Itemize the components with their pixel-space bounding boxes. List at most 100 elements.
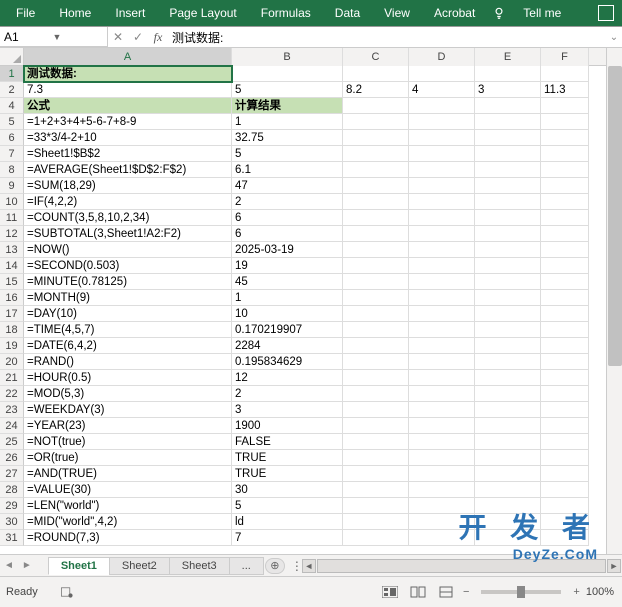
cell[interactable]: =HOUR(0.5) [24, 370, 232, 386]
cell[interactable] [343, 98, 409, 114]
ribbon-tab-view[interactable]: View [374, 0, 420, 26]
cell[interactable] [475, 146, 541, 162]
cell[interactable]: TRUE [232, 450, 343, 466]
cell[interactable]: =TIME(4,5,7) [24, 322, 232, 338]
cell[interactable]: =SECOND(0.503) [24, 258, 232, 274]
cell[interactable] [409, 466, 475, 482]
row-header[interactable]: 4 [0, 98, 24, 114]
cell[interactable]: 45 [232, 274, 343, 290]
row-header[interactable]: 27 [0, 466, 24, 482]
row-header[interactable]: 17 [0, 306, 24, 322]
cell[interactable] [343, 114, 409, 130]
cell[interactable] [541, 530, 589, 546]
col-header-B[interactable]: B [232, 48, 343, 66]
cell[interactable] [409, 290, 475, 306]
cell[interactable] [475, 114, 541, 130]
cell[interactable]: =MOD(5,3) [24, 386, 232, 402]
cell[interactable] [409, 402, 475, 418]
cell[interactable] [343, 162, 409, 178]
row-header[interactable]: 19 [0, 338, 24, 354]
row-header[interactable]: 16 [0, 290, 24, 306]
cell[interactable]: 1 [232, 290, 343, 306]
row-header[interactable]: 6 [0, 130, 24, 146]
cell[interactable] [409, 450, 475, 466]
macro-record-icon[interactable] [56, 584, 78, 600]
cell[interactable] [475, 98, 541, 114]
cell[interactable]: =SUM(18,29) [24, 178, 232, 194]
sheet-tab-2[interactable]: Sheet2 [109, 557, 170, 575]
cell[interactable] [475, 194, 541, 210]
cell[interactable] [475, 402, 541, 418]
col-header-A[interactable]: A [24, 48, 232, 66]
cell[interactable] [541, 162, 589, 178]
row-header[interactable]: 20 [0, 354, 24, 370]
sheet-tab-1[interactable]: Sheet1 [48, 557, 110, 575]
cell[interactable] [343, 450, 409, 466]
cell[interactable] [475, 418, 541, 434]
accept-icon[interactable]: ✓ [128, 30, 148, 44]
cell[interactable] [475, 434, 541, 450]
row-header[interactable]: 22 [0, 386, 24, 402]
row-header[interactable]: 18 [0, 322, 24, 338]
cell[interactable] [232, 66, 343, 82]
cell[interactable] [475, 466, 541, 482]
cell[interactable] [475, 242, 541, 258]
ribbon-tab-insert[interactable]: Insert [105, 0, 155, 26]
cell[interactable]: 2 [232, 194, 343, 210]
cell[interactable] [475, 178, 541, 194]
cell[interactable] [541, 306, 589, 322]
cell[interactable]: 2284 [232, 338, 343, 354]
scrollbar-thumb[interactable] [608, 66, 622, 366]
cell[interactable] [409, 306, 475, 322]
zoom-plus-icon[interactable]: + [573, 586, 579, 598]
cell[interactable] [475, 162, 541, 178]
cell[interactable]: FALSE [232, 434, 343, 450]
cell[interactable]: 6.1 [232, 162, 343, 178]
cell[interactable] [541, 290, 589, 306]
cell[interactable] [343, 290, 409, 306]
cell[interactable] [541, 178, 589, 194]
row-header[interactable]: 9 [0, 178, 24, 194]
cell[interactable]: =NOT(true) [24, 434, 232, 450]
cell[interactable] [343, 338, 409, 354]
cell[interactable]: =YEAR(23) [24, 418, 232, 434]
col-header-C[interactable]: C [343, 48, 409, 66]
cell[interactable]: 2025-03-19 [232, 242, 343, 258]
cell[interactable]: 11.3 [541, 82, 589, 98]
cell[interactable] [409, 130, 475, 146]
row-header[interactable]: 13 [0, 242, 24, 258]
zoom-thumb[interactable] [517, 586, 525, 598]
cell[interactable] [541, 450, 589, 466]
cell[interactable] [409, 322, 475, 338]
cell[interactable] [343, 226, 409, 242]
cell[interactable] [475, 290, 541, 306]
cell[interactable] [475, 514, 541, 530]
cell[interactable] [343, 210, 409, 226]
cell[interactable]: 0.195834629 [232, 354, 343, 370]
cell[interactable]: =RAND() [24, 354, 232, 370]
cell[interactable]: 测试数据: [24, 66, 232, 82]
row-header[interactable]: 11 [0, 210, 24, 226]
cell[interactable] [409, 482, 475, 498]
ribbon-tab-layout[interactable]: Page Layout [159, 0, 246, 26]
cell[interactable] [409, 242, 475, 258]
col-header-F[interactable]: F [541, 48, 589, 66]
cell[interactable]: =MONTH(9) [24, 290, 232, 306]
cell[interactable]: =NOW() [24, 242, 232, 258]
cell[interactable] [541, 258, 589, 274]
cell[interactable] [475, 66, 541, 82]
row-header[interactable]: 15 [0, 274, 24, 290]
cell[interactable] [409, 530, 475, 546]
cell[interactable]: 1900 [232, 418, 343, 434]
col-header-D[interactable]: D [409, 48, 475, 66]
cell[interactable]: 10 [232, 306, 343, 322]
ribbon-tab-formulas[interactable]: Formulas [251, 0, 321, 26]
cell[interactable] [409, 370, 475, 386]
col-header-E[interactable]: E [475, 48, 541, 66]
cell[interactable] [541, 210, 589, 226]
cell[interactable] [409, 178, 475, 194]
zoom-minus-icon[interactable]: − [463, 586, 469, 598]
cell[interactable] [343, 514, 409, 530]
cell[interactable]: 7.3 [24, 82, 232, 98]
cell[interactable] [409, 354, 475, 370]
